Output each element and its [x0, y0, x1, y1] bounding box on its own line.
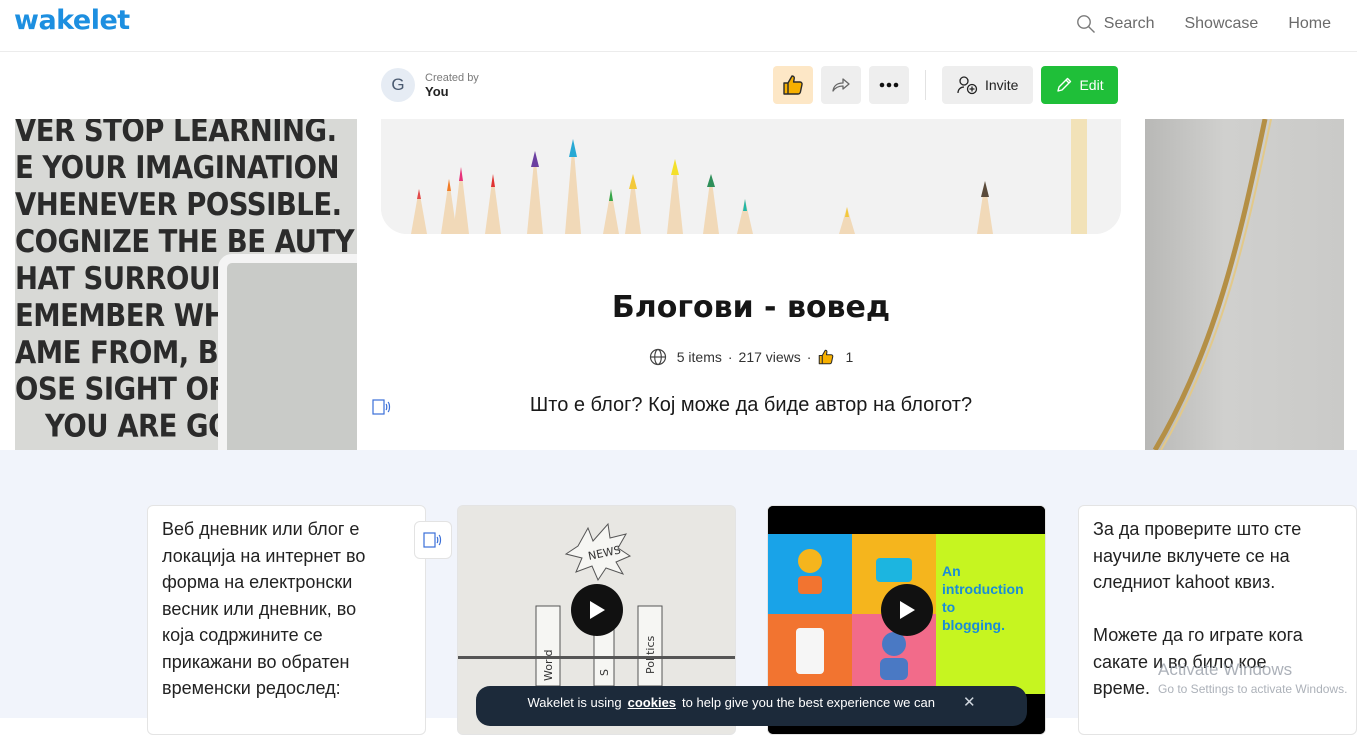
collection-meta: 5 items · 217 views · 1 [381, 348, 1121, 366]
edit-button[interactable]: Edit [1041, 66, 1118, 104]
search-link[interactable]: Search [1076, 14, 1155, 34]
colored-pencils-image [381, 119, 1121, 234]
globe-icon [649, 348, 666, 366]
more-icon [879, 82, 899, 88]
svg-text:S: S [598, 669, 611, 676]
invite-label: Invite [985, 77, 1019, 93]
svg-text:to: to [942, 599, 955, 615]
play-button[interactable] [571, 584, 623, 636]
text-card-kahoot[interactable]: За да проверите што сте научиле вклучете… [1078, 505, 1357, 735]
svg-text:blogging.: blogging. [942, 617, 1005, 633]
search-label: Search [1103, 15, 1155, 32]
cover-banner [381, 119, 1121, 234]
thumbs-up-icon [783, 75, 803, 95]
svg-text:An: An [942, 563, 961, 579]
share-icon [832, 78, 850, 92]
text-card-intro[interactable]: Веб дневник или блог е локација на интер… [147, 505, 426, 735]
svg-text:World: World [542, 649, 555, 681]
play-icon [590, 601, 605, 619]
invite-button[interactable]: Invite [942, 66, 1034, 104]
pencil-icon [1057, 77, 1072, 92]
cookie-banner: Wakelet is using cookies to help give yo… [476, 686, 1027, 726]
meta-separator: · [806, 349, 812, 365]
thumbs-up-icon [819, 349, 834, 365]
windows-activation-watermark: Activate Windows Go to Settings to activ… [1158, 660, 1348, 696]
search-icon [1076, 15, 1095, 33]
cookie-text-suffix: to help give you the best experience we … [682, 694, 935, 710]
top-bar: wakelet Search Showcase Home [0, 0, 1357, 52]
cookie-text-prefix: Wakelet is using [527, 694, 622, 710]
svg-text:introduction: introduction [942, 581, 1024, 597]
immersive-reader-button[interactable] [414, 521, 452, 559]
top-nav: Search Showcase Home [1076, 14, 1331, 34]
creator-info: G Created by You [381, 68, 479, 102]
edit-label: Edit [1079, 77, 1104, 93]
card-text: Веб дневник или блог е локација на интер… [162, 519, 366, 698]
creator-name[interactable]: You [425, 85, 479, 99]
home-link[interactable]: Home [1288, 15, 1331, 33]
play-button[interactable] [881, 584, 933, 636]
close-icon[interactable]: ✕ [963, 693, 976, 711]
showcase-link[interactable]: Showcase [1184, 15, 1258, 33]
avatar[interactable]: G [381, 68, 415, 102]
immersive-reader-icon [423, 532, 442, 548]
created-by-label: Created by [425, 72, 479, 84]
cookies-link[interactable]: cookies [628, 695, 676, 710]
like-button[interactable] [773, 66, 813, 104]
tablet-image [218, 254, 357, 450]
more-options-button[interactable] [869, 66, 909, 104]
wakelet-logo[interactable]: wakelet [14, 5, 130, 36]
actions-divider [925, 70, 926, 100]
cover-image-left: VER STOP LEARNING. E YOUR IMAGINATION VH… [15, 119, 357, 450]
item-count: 5 items [676, 349, 722, 365]
collection-description: Што е блог? Кој може да биде автор на бл… [529, 394, 973, 416]
collection-title: Блогови - вовед [611, 290, 891, 325]
add-person-icon [957, 76, 978, 95]
share-button[interactable] [821, 66, 861, 104]
cover-image-right [1145, 119, 1344, 450]
like-count: 1 [845, 349, 854, 365]
collection-actions: Invite Edit [773, 66, 1118, 104]
svg-text:Politics: Politics [644, 635, 657, 674]
meta-separator: · [727, 349, 733, 365]
view-count: 217 views [738, 349, 801, 365]
play-icon [900, 601, 915, 619]
gold-wire-image [1152, 119, 1272, 450]
